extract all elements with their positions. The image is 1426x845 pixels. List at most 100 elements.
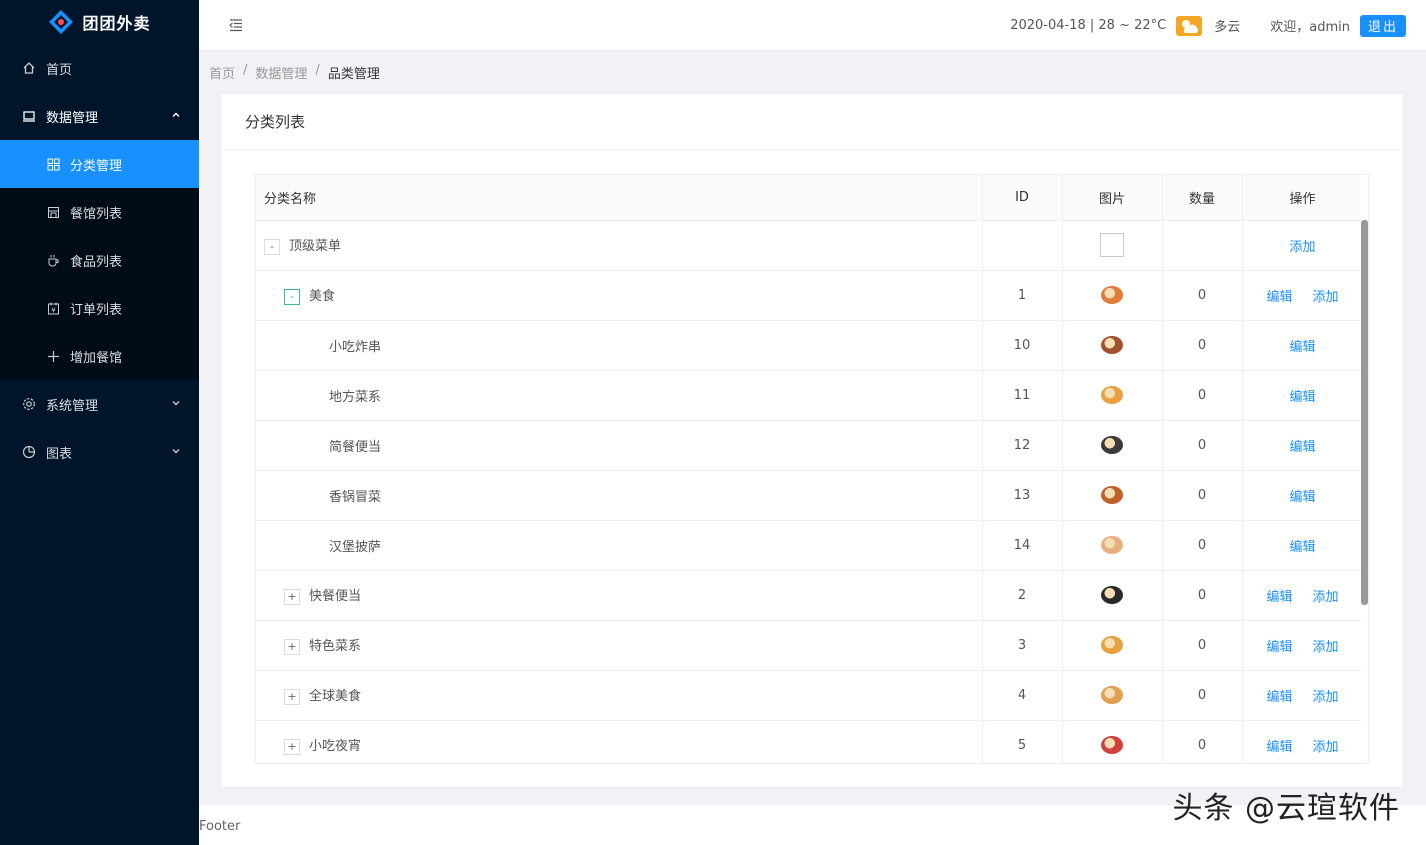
edit-button[interactable]: 编辑: [1266, 590, 1292, 605]
edit-button[interactable]: 编辑: [1266, 290, 1292, 305]
edit-button[interactable]: 编辑: [1289, 490, 1315, 505]
header: 2020-04-18 | 28 ~ 22°C 多云 欢迎，admin 退出: [199, 0, 1426, 51]
sidebar-item-food-list[interactable]: 食品列表: [0, 236, 199, 284]
column-header-action: 操作: [1242, 175, 1364, 221]
vertical-scrollbar[interactable]: [1361, 175, 1368, 763]
edit-button[interactable]: 编辑: [1289, 390, 1315, 405]
breadcrumb-separator: /: [243, 63, 248, 78]
appstore-icon: [46, 157, 60, 171]
sidebar-item-add-restaurant[interactable]: 增加餐馆: [0, 332, 199, 380]
cell-actions: 编辑 添加: [1242, 570, 1364, 621]
sidebar: 团团外卖 首页 数据管理 分类管理 餐馆列表 食品列表 ¥ 订单列表 增加餐馆 …: [0, 0, 199, 845]
cell-count: 0: [1162, 320, 1243, 371]
table-row: 小吃炸串 10 0 编辑: [256, 320, 1364, 371]
category-thumbnail: [1101, 386, 1123, 404]
shop-icon: [46, 205, 60, 219]
collapse-toggle[interactable]: -: [284, 288, 300, 305]
expand-toggle[interactable]: +: [284, 738, 300, 755]
edit-button[interactable]: 编辑: [1289, 540, 1315, 555]
cell-image: [1062, 470, 1163, 521]
table-row: - 美食 1 0 编辑 添加: [256, 270, 1364, 321]
cell-actions: 添加: [1242, 220, 1364, 271]
cell-name: 香锅冒菜: [256, 470, 983, 521]
cell-image: [1062, 620, 1163, 671]
pie-chart-icon: [22, 445, 36, 459]
column-header-id: ID: [982, 175, 1063, 221]
cell-image: [1062, 670, 1163, 721]
cell-name: 简餐便当: [256, 420, 983, 471]
edit-button[interactable]: 编辑: [1266, 640, 1292, 655]
edit-button[interactable]: 编辑: [1266, 740, 1292, 755]
cell-id: 11: [982, 370, 1063, 421]
category-table: 分类名称 ID 图片 数量 操作 - 顶级菜单 添加 - 美食 1 0 编辑 添加 小吃炸串 10 0…: [256, 175, 1364, 763]
sidebar-item-charts[interactable]: 图表: [0, 428, 199, 476]
breadcrumb-data-management[interactable]: 数据管理: [255, 63, 307, 82]
table-row: 汉堡披萨 14 0 编辑: [256, 520, 1364, 571]
add-button[interactable]: 添加: [1313, 290, 1339, 305]
cell-name: + 小吃夜宵: [256, 720, 983, 763]
expand-toggle[interactable]: +: [284, 638, 300, 655]
sidebar-item-data-management[interactable]: 数据管理: [0, 92, 199, 140]
cell-actions: 编辑 添加: [1242, 720, 1364, 763]
add-button[interactable]: 添加: [1289, 240, 1315, 255]
breadcrumb-separator: /: [315, 63, 320, 78]
cell-id: 3: [982, 620, 1063, 671]
expand-toggle[interactable]: +: [284, 688, 300, 705]
plus-icon: [46, 349, 60, 363]
category-thumbnail: [1101, 686, 1123, 704]
category-card: 分类列表 分类名称 ID 图片 数量 操作 - 顶级菜单 添加 - 美食 1 0 编辑 添加 小吃…: [220, 93, 1404, 788]
sidebar-item-home[interactable]: 首页: [0, 44, 199, 92]
edit-button[interactable]: 编辑: [1289, 340, 1315, 355]
logo-text: 团团外卖: [82, 14, 151, 33]
sidebar-item-restaurant-list[interactable]: 餐馆列表: [0, 188, 199, 236]
edit-button[interactable]: 编辑: [1289, 440, 1315, 455]
cell-count: 0: [1162, 720, 1243, 763]
sidebar-item-label: 订单列表: [70, 302, 123, 318]
cell-name: + 全球美食: [256, 670, 983, 721]
collapse-toggle[interactable]: -: [264, 238, 280, 255]
add-button[interactable]: 添加: [1313, 690, 1339, 705]
table-row: - 顶级菜单 添加: [256, 220, 1364, 271]
category-thumbnail: [1101, 586, 1123, 604]
sidebar-item-system-management[interactable]: 系统管理: [0, 380, 199, 428]
category-table-wrapper: 分类名称 ID 图片 数量 操作 - 顶级菜单 添加 - 美食 1 0 编辑 添加 小吃炸串 10 0…: [255, 174, 1369, 764]
cell-image: [1062, 420, 1163, 471]
scrollbar-thumb[interactable]: [1361, 220, 1368, 605]
cell-name: - 美食: [256, 270, 983, 321]
sidebar-item-order-list[interactable]: ¥ 订单列表: [0, 284, 199, 332]
add-button[interactable]: 添加: [1313, 640, 1339, 655]
table-row: 简餐便当 12 0 编辑: [256, 420, 1364, 471]
logout-button[interactable]: 退出: [1359, 14, 1406, 37]
cell-count: 0: [1162, 520, 1243, 571]
sidebar-item-label: 首页: [46, 62, 73, 78]
card-title: 分类列表: [221, 94, 1403, 150]
cell-count: 0: [1162, 570, 1243, 621]
category-name: 香锅冒菜: [329, 489, 382, 505]
add-button[interactable]: 添加: [1313, 590, 1339, 605]
cell-count: 0: [1162, 620, 1243, 671]
category-name: 特色菜系: [309, 639, 362, 655]
sidebar-item-label: 餐馆列表: [70, 206, 123, 222]
cell-actions: 编辑: [1242, 470, 1364, 521]
table-row: 地方菜系 11 0 编辑: [256, 370, 1364, 421]
home-icon: [22, 61, 36, 75]
menu-fold-icon[interactable]: [229, 18, 243, 32]
submenu-data-management: 分类管理 餐馆列表 食品列表 ¥ 订单列表 增加餐馆: [0, 140, 199, 380]
add-button[interactable]: 添加: [1313, 740, 1339, 755]
category-name: 简餐便当: [329, 439, 382, 455]
category-thumbnail: [1101, 536, 1123, 554]
cell-image: [1062, 520, 1163, 571]
logo[interactable]: 团团外卖: [0, 0, 199, 44]
edit-button[interactable]: 编辑: [1266, 690, 1292, 705]
sidebar-item-category-management[interactable]: 分类管理: [0, 140, 199, 188]
category-thumbnail: [1101, 736, 1123, 754]
cell-id: 12: [982, 420, 1063, 471]
table-row: + 快餐便当 2 0 编辑 添加: [256, 570, 1364, 621]
breadcrumb-home[interactable]: 首页: [209, 63, 235, 82]
cell-name: 地方菜系: [256, 370, 983, 421]
category-thumbnail: [1101, 436, 1123, 454]
expand-toggle[interactable]: +: [284, 588, 300, 605]
table-row: 香锅冒菜 13 0 编辑: [256, 470, 1364, 521]
order-icon: ¥: [46, 301, 60, 315]
category-thumbnail: [1101, 336, 1123, 354]
